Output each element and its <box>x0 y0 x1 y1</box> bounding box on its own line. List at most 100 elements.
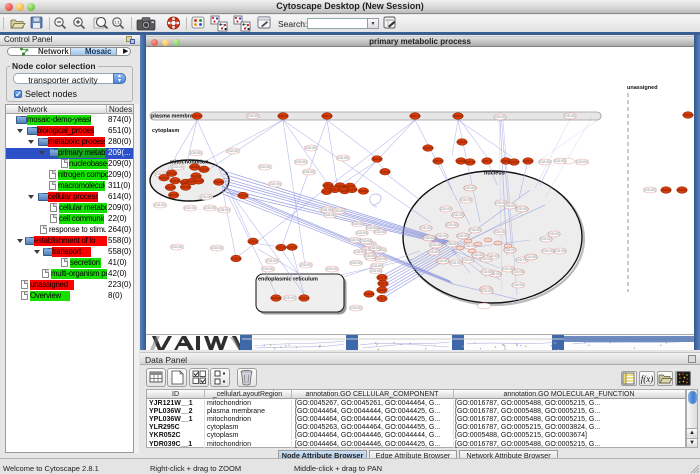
svg-text:[GO:0]: [GO:0] <box>483 159 492 163</box>
svg-text:[GO:0]: [GO:0] <box>524 159 533 163</box>
svg-text:[GO:00]: [GO:00] <box>360 239 371 243</box>
svg-text:[GO:00]: [GO:00] <box>300 263 311 267</box>
svg-text:[GO:00]: [GO:00] <box>450 261 461 265</box>
svg-text:[GO:00]: [GO:00] <box>266 259 277 263</box>
svg-text:1:1: 1:1 <box>114 20 120 25</box>
svg-text:[GO:00]: [GO:00] <box>370 269 381 273</box>
svg-text:[GO:00]: [GO:00] <box>259 165 270 169</box>
svg-text:[GO:00]: [GO:00] <box>321 208 332 212</box>
svg-text:[GO:00]: [GO:00] <box>644 188 655 192</box>
svg-text:[GO:00]: [GO:00] <box>371 264 382 268</box>
svg-text:[GO:0]: [GO:0] <box>200 168 209 172</box>
svg-text:[GO:0]: [GO:0] <box>379 282 388 286</box>
svg-text:[GO:00]: [GO:00] <box>539 160 550 164</box>
svg-text:[GO:00]: [GO:00] <box>540 237 551 241</box>
svg-text:[GO:00]: [GO:00] <box>576 160 587 164</box>
svg-text:[GO:00]: [GO:00] <box>350 261 361 265</box>
svg-text:[GO:00]: [GO:00] <box>326 267 337 271</box>
svg-text:[GO:0]: [GO:0] <box>171 179 180 183</box>
svg-text:[GO:00]: [GO:00] <box>525 255 536 259</box>
svg-text:[GO:00]: [GO:00] <box>284 296 295 300</box>
svg-text:[GO:00]: [GO:00] <box>375 257 386 261</box>
svg-text:[GO:0]: [GO:0] <box>166 186 175 190</box>
svg-text:[GO:00]: [GO:00] <box>295 160 306 164</box>
svg-text:[GO:00]: [GO:00] <box>481 270 492 274</box>
svg-text:[GO:00]: [GO:00] <box>464 186 475 190</box>
svg-text:[GO:00]: [GO:00] <box>462 258 473 262</box>
svg-text:[GO:0]: [GO:0] <box>272 296 281 300</box>
svg-text:[GO:0]: [GO:0] <box>424 146 433 150</box>
svg-text:[GO:0]: [GO:0] <box>411 114 420 118</box>
svg-text:[GO:0]: [GO:0] <box>378 276 387 280</box>
svg-text:[GO:0]: [GO:0] <box>457 159 466 163</box>
svg-text:[GO:00]: [GO:00] <box>457 234 468 238</box>
svg-text:[GO:0]: [GO:0] <box>458 140 467 144</box>
svg-text:[GO:00]: [GO:00] <box>564 114 575 118</box>
svg-text:endoplasmic reticulum: endoplasmic reticulum <box>258 277 318 283</box>
svg-text:[GO:00]: [GO:00] <box>269 182 280 186</box>
svg-text:[GO:00]: [GO:00] <box>190 151 201 155</box>
svg-text:[GO:00]: [GO:00] <box>247 114 258 118</box>
svg-text:[GO:00]: [GO:00] <box>154 203 165 207</box>
svg-text:[GO:00]: [GO:00] <box>481 289 492 293</box>
svg-text:[GO:00]: [GO:00] <box>554 159 565 163</box>
svg-text:[GO:00]: [GO:00] <box>452 213 463 217</box>
svg-text:[GO:00]: [GO:00] <box>171 245 182 249</box>
svg-text:[GO:00]: [GO:00] <box>430 243 441 247</box>
svg-text:cytoplasm: cytoplasm <box>152 128 179 134</box>
svg-text:[GO:0]: [GO:0] <box>214 180 223 184</box>
svg-text:[GO:00]: [GO:00] <box>504 204 515 208</box>
svg-text:[GO:0]: [GO:0] <box>466 160 475 164</box>
svg-text:[GO:0]: [GO:0] <box>249 240 258 244</box>
svg-text:[GO:00]: [GO:00] <box>516 207 527 211</box>
svg-text:[GO:0]: [GO:0] <box>181 185 190 189</box>
svg-text:[GO:00]: [GO:00] <box>172 165 183 169</box>
svg-text:[GO:0]: [GO:0] <box>662 188 671 192</box>
svg-text:[GO:0]: [GO:0] <box>684 113 693 117</box>
svg-text:[GO:00]: [GO:00] <box>369 246 380 250</box>
svg-text:[GO:00]: [GO:00] <box>548 232 559 236</box>
svg-text:[GO:00]: [GO:00] <box>512 283 523 287</box>
svg-text:nucleus: nucleus <box>484 171 505 177</box>
svg-text:[GO:00]: [GO:00] <box>374 230 385 234</box>
svg-text:[GO:00]: [GO:00] <box>420 226 431 230</box>
svg-text:[GO:0]: [GO:0] <box>373 157 382 161</box>
svg-text:[GO:00]: [GO:00] <box>352 222 363 226</box>
svg-text:[GO:00]: [GO:00] <box>211 246 222 250</box>
svg-text:[GO:0]: [GO:0] <box>454 114 463 118</box>
svg-text:[GO:00]: [GO:00] <box>184 206 195 210</box>
svg-text:[GO:0]: [GO:0] <box>378 288 387 292</box>
svg-text:[GO:0]: [GO:0] <box>193 114 202 118</box>
svg-text:[GO:00]: [GO:00] <box>324 213 335 217</box>
svg-text:[GO:00]: [GO:00] <box>437 259 448 263</box>
svg-text:[GO:00]: [GO:00] <box>303 170 314 174</box>
svg-text:[GO:0]: [GO:0] <box>288 245 297 249</box>
svg-text:[GO:00]: [GO:00] <box>262 267 273 271</box>
svg-text:[GO:00]: [GO:00] <box>494 230 505 234</box>
svg-text:unassigned: unassigned <box>627 85 658 91</box>
svg-text:[GO:00]: [GO:00] <box>542 249 553 253</box>
svg-text:[GO:00]: [GO:00] <box>480 257 491 261</box>
svg-text:[GO:00]: [GO:00] <box>428 250 439 254</box>
svg-text:[GO:0]: [GO:0] <box>300 296 309 300</box>
svg-text:f(x): f(x) <box>641 374 654 384</box>
svg-text:[GO:00]: [GO:00] <box>494 115 505 119</box>
svg-text:[GO:0]: [GO:0] <box>239 194 248 198</box>
svg-text:[GO:00]: [GO:00] <box>204 206 215 210</box>
svg-text:[GO:00]: [GO:00] <box>460 198 471 202</box>
svg-text:[GO:0]: [GO:0] <box>169 193 178 197</box>
svg-text:[GO:00]: [GO:00] <box>364 254 375 258</box>
svg-text:[GO:00]: [GO:00] <box>446 223 457 227</box>
svg-text:[GO:0]: [GO:0] <box>160 176 169 180</box>
svg-text:[GO:00]: [GO:00] <box>436 234 447 238</box>
svg-text:[GO:00]: [GO:00] <box>350 306 361 310</box>
svg-text:[GO:00]: [GO:00] <box>305 146 316 150</box>
svg-text:[GO:00]: [GO:00] <box>349 238 360 242</box>
svg-text:[GO:00]: [GO:00] <box>200 195 211 199</box>
svg-text:[GO:0]: [GO:0] <box>381 170 390 174</box>
svg-text:[GO:00]: [GO:00] <box>472 253 483 257</box>
svg-text:[GO:0]: [GO:0] <box>232 257 241 261</box>
svg-text:[GO:00]: [GO:00] <box>504 248 515 252</box>
svg-text:[GO:0]: [GO:0] <box>434 159 443 163</box>
svg-text:[GO:0]: [GO:0] <box>194 179 203 183</box>
